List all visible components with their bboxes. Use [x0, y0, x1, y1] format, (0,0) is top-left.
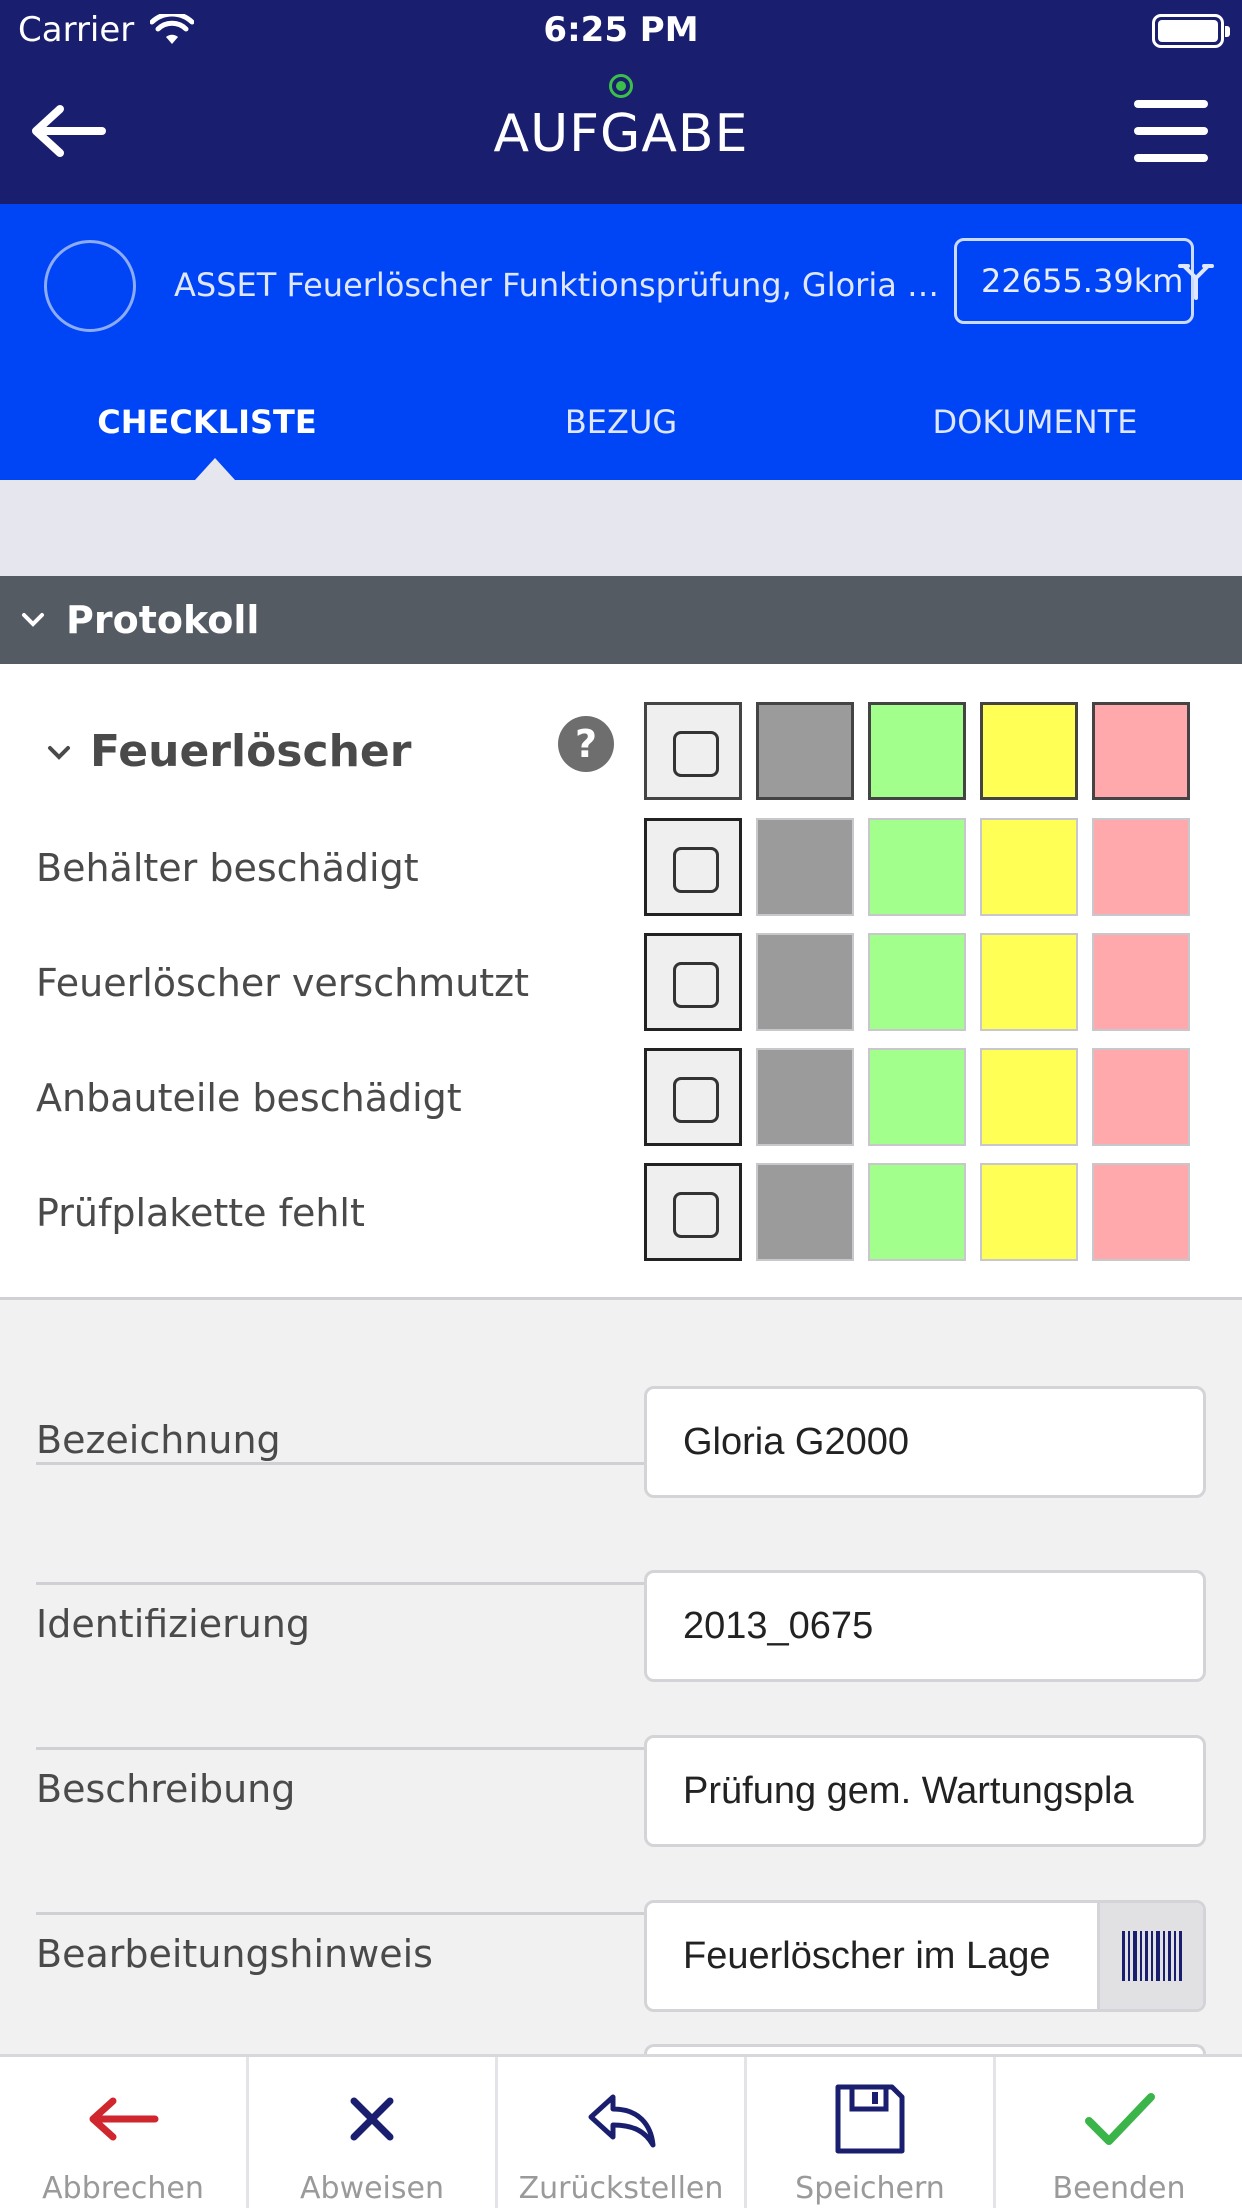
- defer-button[interactable]: Zurückstellen: [498, 2057, 747, 2208]
- status-cell-green[interactable]: [868, 1048, 966, 1146]
- tab-bar: CHECKLISTE BEZUG DOKUMENTE: [0, 390, 1242, 480]
- status-cell-gray[interactable]: [756, 1048, 854, 1146]
- section-title: Protokoll: [66, 598, 260, 642]
- checklist-group-title: Feuerlöscher: [90, 726, 412, 777]
- barcode-scan-button[interactable]: [1097, 1903, 1203, 2009]
- page-title: AUFGABE: [493, 104, 749, 164]
- bearbeitungshinweis-field[interactable]: Feuerlöscher im Lage: [644, 1900, 1206, 2012]
- reply-icon: [588, 2094, 656, 2148]
- status-cell-gray[interactable]: [756, 702, 854, 800]
- form-row-identifizierung: Identifizierung 2013_0675: [36, 1420, 1206, 1682]
- checklist-item-label: Prüfplakette fehlt: [36, 1191, 365, 1235]
- form-row-bearbeitungshinweis: Bearbeitungshinweis Feuerlöscher im Lage: [36, 1750, 1206, 2012]
- status-cell-gray[interactable]: [756, 933, 854, 1031]
- status-cell-gray[interactable]: [756, 818, 854, 916]
- field-label: Bearbeitungshinweis: [36, 1932, 433, 1976]
- tab-dokumente[interactable]: DOKUMENTE: [828, 390, 1242, 480]
- status-cells: [644, 1048, 1190, 1146]
- checklist-item-row: Feuerlöscher verschmutzt: [0, 933, 1242, 1037]
- hamburger-icon-line: [1134, 100, 1208, 108]
- status-cell-red[interactable]: [1092, 1048, 1190, 1146]
- floppy-disk-icon: [835, 2084, 905, 2154]
- checklist: Feuerlöscher ? Behälter beschädigt Feuer…: [0, 664, 1242, 1300]
- section-spacer: [0, 480, 1242, 576]
- save-button[interactable]: Speichern: [747, 2057, 996, 2208]
- save-label: Speichern: [795, 2171, 945, 2206]
- reject-button[interactable]: Abweisen: [249, 2057, 498, 2208]
- status-time: 6:25 PM: [543, 10, 699, 50]
- checklist-item-label: Anbauteile beschädigt: [36, 1076, 462, 1120]
- checklist-item-label: Feuerlöscher verschmutzt: [36, 961, 530, 1005]
- status-bar: Carrier 6:25 PM: [0, 0, 1242, 62]
- form-row-beschreibung: Beschreibung Prüfung gem. Wartungspla: [36, 1585, 1206, 1847]
- status-cell-yellow[interactable]: [980, 818, 1078, 916]
- checklist-group-row: Feuerlöscher ?: [0, 702, 1242, 806]
- checkbox-cell[interactable]: [644, 1163, 742, 1261]
- tab-checkliste[interactable]: CHECKLISTE: [0, 390, 414, 480]
- status-cell-gray[interactable]: [756, 1163, 854, 1261]
- help-icon[interactable]: ?: [558, 716, 614, 772]
- cancel-button[interactable]: Abbrechen: [0, 2057, 249, 2208]
- checklist-item-label: Behälter beschädigt: [36, 846, 419, 890]
- status-cell-yellow[interactable]: [980, 702, 1078, 800]
- status-cell-green[interactable]: [868, 818, 966, 916]
- status-cell-yellow[interactable]: [980, 1048, 1078, 1146]
- section-header-protokoll[interactable]: Protokoll: [0, 576, 1242, 664]
- status-cell-yellow[interactable]: [980, 933, 1078, 1031]
- asset-status-circle[interactable]: [44, 240, 136, 332]
- menu-button[interactable]: [1134, 100, 1208, 162]
- status-cells: [644, 1163, 1190, 1261]
- status-cell-green[interactable]: [868, 933, 966, 1031]
- bottom-toolbar: Abbrechen Abweisen Zurückstellen Speiche…: [0, 2054, 1242, 2208]
- status-cell-red[interactable]: [1092, 933, 1190, 1031]
- status-cells: [644, 933, 1190, 1031]
- close-icon: [350, 2097, 394, 2141]
- asset-title: ASSET Feuerlöscher Funktionsprüfung, Glo…: [174, 266, 944, 304]
- checkbox-cell[interactable]: [644, 933, 742, 1031]
- chevron-down-icon[interactable]: [44, 738, 74, 768]
- tab-bezug[interactable]: BEZUG: [414, 390, 828, 480]
- cancel-label: Abbrechen: [42, 2171, 204, 2206]
- status-cell-green[interactable]: [868, 702, 966, 800]
- gps-status-icon: [609, 74, 633, 98]
- checklist-item-row: Anbauteile beschädigt: [0, 1048, 1242, 1152]
- asset-header: ASSET Feuerlöscher Funktionsprüfung, Glo…: [0, 204, 1242, 480]
- reject-label: Abweisen: [300, 2171, 444, 2206]
- checkmark-icon: [1085, 2093, 1155, 2145]
- status-cell-red[interactable]: [1092, 1163, 1190, 1261]
- hamburger-icon-line: [1134, 154, 1208, 162]
- top-navigation-bar: Carrier 6:25 PM AUFGABE: [0, 0, 1242, 204]
- checkbox-cell[interactable]: [644, 702, 742, 800]
- status-cell-yellow[interactable]: [980, 1163, 1078, 1261]
- checkbox-cell[interactable]: [644, 818, 742, 916]
- finish-button[interactable]: Beenden: [996, 2057, 1242, 2208]
- bearbeitungshinweis-value: Feuerlöscher im Lage: [683, 1935, 1051, 1977]
- route-icon: [1178, 264, 1214, 300]
- arrow-left-icon: [89, 2097, 159, 2141]
- checklist-item-row: Prüfplakette fehlt: [0, 1163, 1242, 1267]
- finish-label: Beenden: [1052, 2171, 1186, 2206]
- status-cells: [644, 818, 1190, 916]
- checkbox-cell[interactable]: [644, 1048, 742, 1146]
- status-cells: [644, 702, 1190, 800]
- km-button[interactable]: 22655.39km: [954, 238, 1194, 324]
- hamburger-icon-line: [1134, 127, 1208, 135]
- checklist-item-row: Behälter beschädigt: [0, 818, 1242, 922]
- barcode-icon: [1121, 1931, 1182, 1981]
- detail-form: Bezeichnung Gloria G2000 Identifizierung…: [0, 1300, 1242, 2054]
- chevron-down-icon: [22, 613, 44, 627]
- defer-label: Zurückstellen: [518, 2171, 724, 2206]
- battery-icon: [1152, 14, 1230, 48]
- status-cell-red[interactable]: [1092, 702, 1190, 800]
- status-cell-green[interactable]: [868, 1163, 966, 1261]
- status-cell-red[interactable]: [1092, 818, 1190, 916]
